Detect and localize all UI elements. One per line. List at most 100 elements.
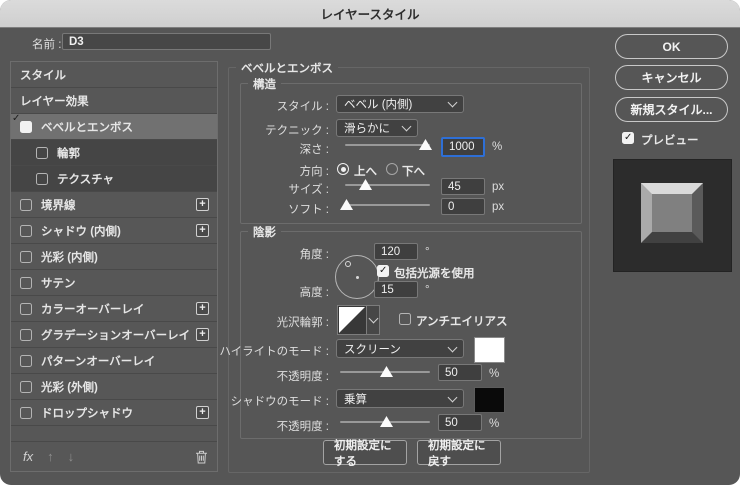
style-dropdown[interactable]: ベベル (内側) — [336, 95, 464, 113]
gloss-contour-thumbnail[interactable] — [337, 305, 367, 335]
outer-glow-checkbox[interactable] — [20, 380, 32, 393]
sidebar-item-inner-shadow[interactable]: シャドウ (内側) + — [11, 218, 217, 244]
bevel-preview-shape — [641, 183, 703, 243]
pattern-overlay-checkbox[interactable] — [20, 354, 32, 367]
highlight-opacity-label: 不透明度 : — [276, 371, 329, 383]
size-input[interactable]: 45 — [441, 178, 485, 195]
style-label: スタイル : — [276, 101, 329, 113]
depth-input[interactable]: 1000 — [441, 137, 485, 157]
shadow-opacity-value: 50 — [445, 416, 458, 429]
title-bar: レイヤースタイル — [0, 0, 740, 28]
texture-checkbox[interactable] — [36, 172, 48, 185]
sidebar-item-color-overlay[interactable]: カラーオーバーレイ + — [11, 296, 217, 322]
inner-glow-checkbox[interactable] — [20, 250, 32, 263]
altitude-input[interactable]: 15 — [374, 281, 418, 298]
contour-checkbox[interactable] — [36, 146, 48, 159]
shadow-opacity-unit: % — [489, 418, 500, 430]
ok-label: OK — [662, 39, 681, 54]
add-inner-shadow-icon[interactable]: + — [196, 224, 209, 237]
shading-group-title: 陰影 — [248, 224, 281, 240]
angle-dial[interactable] — [335, 255, 379, 299]
depth-unit: % — [492, 141, 503, 153]
technique-dropdown[interactable]: 滑らかに — [336, 119, 418, 137]
sidebar-item-layer-effects[interactable]: レイヤー効果 — [11, 88, 217, 114]
chevron-down-icon — [401, 121, 412, 132]
shadow-opacity-slider[interactable] — [340, 416, 430, 428]
sidebar-item-inner-glow[interactable]: 光彩 (内側) — [11, 244, 217, 270]
new-style-button[interactable]: 新規スタイル... — [615, 97, 728, 122]
slider-track[interactable] — [345, 184, 430, 186]
bevel-emboss-checkbox[interactable] — [20, 120, 32, 133]
highlight-opacity-input[interactable]: 50 — [438, 364, 482, 381]
highlight-opacity-slider[interactable] — [340, 366, 430, 378]
direction-down-radio[interactable] — [386, 163, 398, 175]
dial-angle-marker[interactable] — [345, 261, 351, 267]
highlight-mode-value: スクリーン — [344, 343, 401, 356]
direction-label: 方向 : — [299, 166, 329, 178]
angle-input[interactable]: 120 — [374, 243, 418, 260]
direction-up-radio[interactable] — [337, 163, 349, 175]
cancel-button[interactable]: キャンセル — [615, 65, 728, 90]
shadow-mode-dropdown[interactable]: 乗算 — [336, 389, 464, 408]
altitude-label: 高度 : — [299, 287, 329, 299]
anti-alias-label[interactable]: アンチエイリアス — [416, 313, 508, 329]
name-label: 名前 : — [32, 39, 62, 51]
shadow-opacity-input[interactable]: 50 — [438, 414, 482, 431]
anti-alias-checkbox[interactable] — [399, 313, 411, 325]
sidebar-item-styles[interactable]: スタイル — [11, 62, 217, 88]
technique-label: テクニック : — [265, 125, 329, 137]
sidebar-footer: fx ↑ ↓ — [11, 441, 217, 471]
preview-checkbox[interactable] — [622, 132, 634, 144]
altitude-value: 15 — [381, 283, 394, 296]
sidebar-item-pattern-overlay[interactable]: パターンオーバーレイ — [11, 348, 217, 374]
shadow-color-swatch[interactable] — [474, 387, 505, 413]
technique-value: 滑らかに — [344, 123, 390, 135]
soften-label: ソフト : — [288, 204, 329, 216]
name-value: D3 — [69, 35, 84, 48]
size-slider[interactable] — [345, 179, 430, 191]
fx-icon[interactable]: fx — [23, 449, 33, 464]
angle-label: 角度 : — [299, 249, 329, 261]
move-down-icon[interactable]: ↓ — [68, 449, 75, 464]
satin-checkbox[interactable] — [20, 276, 32, 289]
gloss-contour-label: 光沢輪郭 : — [276, 317, 329, 329]
sidebar-item-outer-glow[interactable]: 光彩 (外側) — [11, 374, 217, 400]
drop-shadow-checkbox[interactable] — [20, 406, 32, 419]
stroke-checkbox[interactable] — [20, 198, 32, 211]
preview-label[interactable]: プレビュー — [641, 132, 699, 148]
global-light-label[interactable]: 包括光源を使用 — [394, 265, 475, 281]
delete-effect-icon[interactable] — [195, 450, 208, 464]
name-input[interactable]: D3 — [62, 33, 271, 50]
make-default-label: 初期設定にする — [334, 439, 392, 468]
highlight-color-swatch[interactable] — [474, 337, 505, 363]
sidebar-item-texture[interactable]: テクスチャ — [11, 166, 217, 192]
soften-slider[interactable] — [340, 199, 430, 211]
soften-input[interactable]: 0 — [441, 198, 485, 215]
sidebar-item-drop-shadow[interactable]: ドロップシャドウ + — [11, 400, 217, 426]
shadow-mode-value: 乗算 — [344, 393, 367, 406]
ok-button[interactable]: OK — [615, 34, 728, 59]
sidebar-item-stroke[interactable]: 境界線 + — [11, 192, 217, 218]
color-overlay-checkbox[interactable] — [20, 302, 32, 315]
direction-down-label[interactable]: 下へ — [402, 163, 425, 179]
reset-default-button[interactable]: 初期設定に戻す — [417, 440, 501, 468]
global-light-checkbox[interactable] — [377, 265, 389, 277]
sidebar-item-contour[interactable]: 輪郭 — [11, 140, 217, 166]
gloss-contour-dropdown[interactable] — [366, 305, 380, 335]
slider-track[interactable] — [345, 204, 430, 206]
make-default-button[interactable]: 初期設定にする — [323, 440, 407, 468]
direction-up-label[interactable]: 上へ — [354, 163, 377, 179]
gradient-overlay-checkbox[interactable] — [20, 328, 32, 341]
slider-track[interactable] — [345, 144, 430, 146]
inner-shadow-checkbox[interactable] — [20, 224, 32, 237]
sidebar-item-bevel-emboss[interactable]: ベベルとエンボス — [11, 114, 217, 140]
highlight-mode-dropdown[interactable]: スクリーン — [336, 339, 464, 358]
highlight-opacity-unit: % — [489, 368, 500, 380]
size-label: サイズ : — [288, 184, 329, 196]
move-up-icon[interactable]: ↑ — [47, 449, 54, 464]
sidebar-item-satin[interactable]: サテン — [11, 270, 217, 296]
depth-slider[interactable] — [345, 139, 432, 151]
dialog-title: レイヤースタイル — [320, 8, 420, 22]
new-style-label: 新規スタイル... — [630, 103, 713, 117]
sidebar-item-gradient-overlay[interactable]: グラデーションオーバーレイ + — [11, 322, 217, 348]
